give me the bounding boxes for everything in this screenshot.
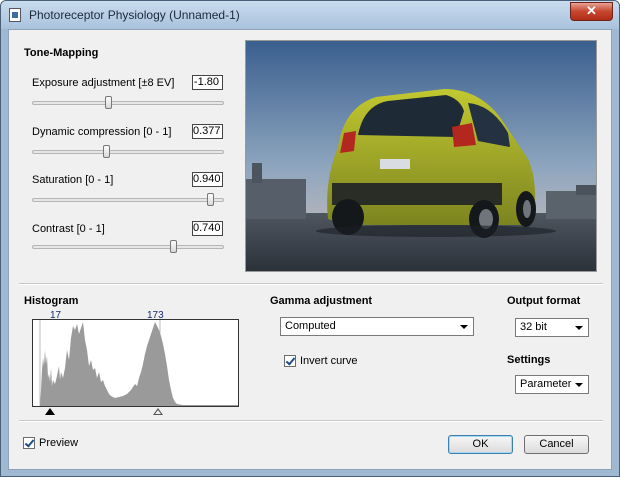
exposure-slider-track[interactable] xyxy=(32,101,224,105)
chevron-down-icon xyxy=(460,325,468,329)
output-format-selected-value: 32 bit xyxy=(520,321,547,333)
settings-select[interactable]: Parameter xyxy=(515,375,589,394)
gamma-select[interactable]: Computed xyxy=(280,317,474,336)
contrast-slider-thumb[interactable] xyxy=(170,240,177,253)
settings-heading: Settings xyxy=(507,354,551,366)
preview-checkbox[interactable] xyxy=(23,437,35,449)
gamma-selected-value: Computed xyxy=(285,320,336,332)
close-button[interactable]: ✕ xyxy=(570,2,613,21)
exposure-label: Exposure adjustment [±8 EV] xyxy=(32,77,175,89)
saturation-label: Saturation [0 - 1] xyxy=(32,174,114,186)
exposure-value-field[interactable]: -1.80 xyxy=(192,75,223,90)
exposure-slider-thumb[interactable] xyxy=(105,96,112,109)
checkmark-icon xyxy=(285,355,296,366)
contrast-slider-track[interactable] xyxy=(32,245,224,249)
footer-divider xyxy=(19,420,603,422)
ok-button[interactable]: OK xyxy=(448,435,513,454)
invert-curve-checkbox[interactable] xyxy=(284,355,296,367)
checkmark-icon xyxy=(24,437,35,448)
cancel-button[interactable]: Cancel xyxy=(524,435,589,454)
dynamic-compression-value-field[interactable]: 0.377 xyxy=(192,124,223,139)
histogram-black-point-handle[interactable] xyxy=(45,408,55,415)
preview-label: Preview xyxy=(39,437,79,449)
section-divider xyxy=(19,283,603,285)
saturation-slider-track[interactable] xyxy=(32,198,224,202)
app-icon xyxy=(9,8,21,22)
output-format-heading: Output format xyxy=(507,295,581,307)
dynamic-compression-slider-track[interactable] xyxy=(32,150,224,154)
histogram-heading: Histogram xyxy=(24,295,79,307)
window-title: Photoreceptor Physiology (Unnamed-1) xyxy=(29,8,240,22)
histogram-plot xyxy=(39,320,238,406)
chevron-down-icon xyxy=(575,326,583,330)
contrast-label: Contrast [0 - 1] xyxy=(32,223,105,235)
output-format-select[interactable]: 32 bit xyxy=(515,318,589,337)
preview-image xyxy=(245,40,597,272)
car-photo xyxy=(246,41,596,271)
histogram-white-point-handle-inner xyxy=(155,410,161,414)
histogram-chart xyxy=(32,319,239,407)
dynamic-compression-label: Dynamic compression [0 - 1] xyxy=(32,126,172,138)
histogram-right-marker-value: 173 xyxy=(147,310,164,321)
saturation-value-field[interactable]: 0.940 xyxy=(192,172,223,187)
dynamic-compression-slider-thumb[interactable] xyxy=(103,145,110,158)
invert-curve-label: Invert curve xyxy=(300,355,358,367)
chevron-down-icon xyxy=(575,383,583,387)
dialog-body: Tone-Mapping Exposure adjustment [±8 EV]… xyxy=(8,29,612,470)
contrast-value-field[interactable]: 0.740 xyxy=(192,221,223,236)
histogram-left-marker-value: 17 xyxy=(50,310,62,321)
dialog-window: Photoreceptor Physiology (Unnamed-1) ✕ T… xyxy=(0,0,620,477)
tone-mapping-heading: Tone-Mapping xyxy=(24,47,99,59)
gamma-heading: Gamma adjustment xyxy=(270,295,373,307)
title-bar[interactable]: Photoreceptor Physiology (Unnamed-1) ✕ xyxy=(1,1,619,29)
saturation-slider-thumb[interactable] xyxy=(207,193,214,206)
settings-selected-value: Parameter xyxy=(520,378,572,390)
